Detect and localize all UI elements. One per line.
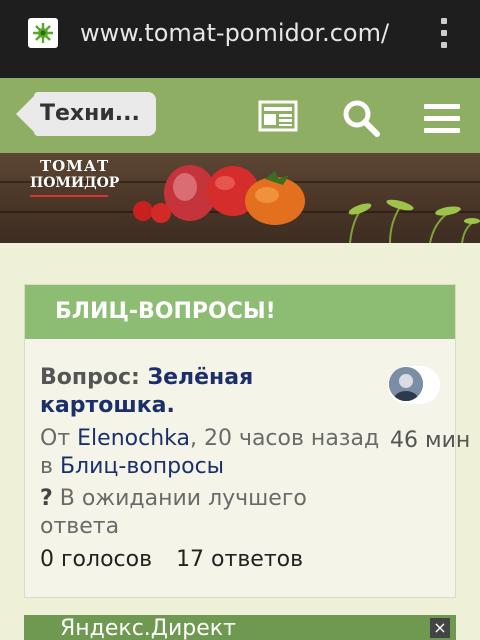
votes-count: 0 голосов	[40, 547, 153, 572]
browser-toolbar: www.tomat-pomidor.com/	[0, 0, 480, 78]
site-logo[interactable]: ТОМАТ ПОМИДОР	[30, 157, 119, 207]
card-title: БЛИЦ-ВОПРОСЫ!	[55, 299, 276, 324]
seedlings-image	[348, 199, 480, 243]
site-favicon-icon	[28, 18, 58, 48]
site-header: Техни...	[0, 78, 480, 153]
ad-label: Яндекс.Директ	[60, 616, 236, 640]
site-banner: ТОМАТ ПОМИДОР	[0, 153, 480, 243]
question-stats: 0 голосов 17 ответов	[40, 546, 303, 574]
question-meta: От Elenochka, 20 часов назад в Блиц-вопр…	[40, 425, 380, 481]
close-icon[interactable]: ×	[430, 618, 450, 638]
tomatoes-image	[133, 165, 305, 225]
user-avatar[interactable]	[389, 367, 423, 401]
question-status: ? В ожидании лучшего ответа	[40, 485, 380, 541]
status-text: В ожидании лучшего ответа	[40, 486, 307, 539]
author-link[interactable]: Elenochka	[77, 426, 190, 451]
question-prefix: Вопрос:	[40, 365, 140, 390]
search-icon[interactable]	[341, 98, 381, 142]
question-heading: Вопрос: Зелёная картошка.	[40, 364, 380, 420]
hamburger-menu-icon[interactable]	[424, 104, 460, 138]
news-icon[interactable]	[258, 100, 298, 136]
back-button[interactable]: Техни...	[16, 92, 156, 136]
by-label: От	[40, 426, 71, 451]
kebab-menu-icon[interactable]	[434, 16, 454, 50]
address-bar[interactable]: www.tomat-pomidor.com/	[80, 16, 392, 50]
ad-banner[interactable]: Яндекс.Директ ×	[24, 615, 456, 640]
answers-count: 17 ответов	[176, 547, 304, 572]
last-activity-time: 46 мин	[390, 428, 471, 453]
category-link[interactable]: Блиц-вопросы	[60, 454, 224, 479]
question-mark-icon: ?	[40, 486, 53, 511]
back-button-label: Техни...	[40, 101, 140, 126]
card-header: БЛИЦ-ВОПРОСЫ!	[25, 285, 455, 339]
